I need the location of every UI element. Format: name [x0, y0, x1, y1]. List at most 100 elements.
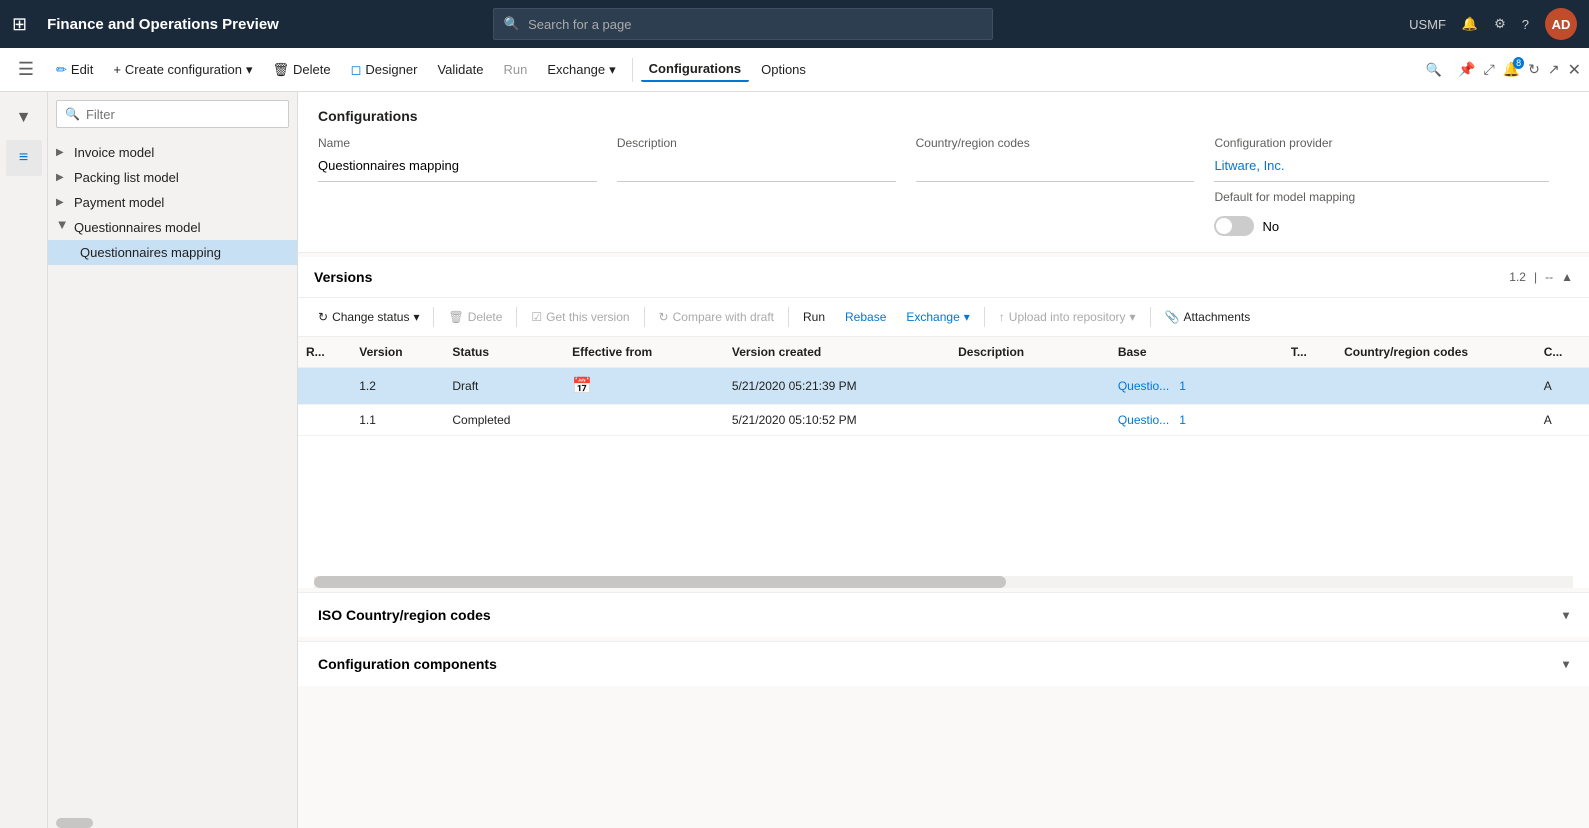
vtool-sep-6 [1150, 307, 1151, 327]
versions-header: Versions 1.2 | -- ▲ [298, 257, 1589, 298]
version-sep: | [1534, 270, 1537, 284]
config-description-value[interactable] [617, 154, 896, 182]
pin-icon[interactable]: 📌 [1458, 61, 1475, 78]
tree-item-questionnaires-model[interactable]: ▶ Questionnaires model [48, 215, 297, 240]
tree-item-payment-model[interactable]: ▶ Payment model [48, 190, 297, 215]
avatar[interactable]: AD [1545, 8, 1577, 40]
h-scroll-thumb [314, 576, 1006, 588]
components-section-header[interactable]: Configuration components ▾ [298, 642, 1589, 686]
versions-delete-button[interactable]: 🗑 Delete [440, 306, 510, 328]
config-country-value[interactable] [916, 154, 1195, 182]
config-provider-label: Configuration provider [1214, 136, 1549, 150]
tree-item-questionnaires-mapping[interactable]: Questionnaires mapping [48, 240, 297, 265]
create-configuration-button[interactable]: + Create configuration ▾ [105, 58, 260, 82]
table-row[interactable]: 1.1 Completed 5/21/2020 05:10:52 PM Ques… [298, 405, 1589, 436]
change-status-icon: ↻ [318, 310, 328, 324]
sidebar-filter-icon[interactable]: ▼ [6, 100, 42, 136]
upload-into-repository-button[interactable]: ↑ Upload into repository ▾ [991, 306, 1144, 328]
model-mapping-toggle[interactable] [1214, 216, 1254, 236]
grid-icon[interactable]: ⊞ [12, 14, 27, 35]
version-dash: -- [1545, 270, 1553, 284]
config-country-field: Country/region codes [916, 136, 1215, 236]
refresh-icon[interactable]: ↻ [1528, 61, 1540, 78]
config-provider-field: Configuration provider Litware, Inc. Def… [1214, 136, 1569, 236]
tree-scroll-thumb [56, 818, 93, 828]
expand-icon[interactable]: ⤢ [1483, 61, 1494, 78]
delete-icon: 🗑 [273, 62, 290, 78]
options-button[interactable]: Options [753, 58, 814, 81]
iso-section-header[interactable]: ISO Country/region codes ▾ [298, 593, 1589, 637]
edit-button[interactable]: ✏ Edit [48, 58, 101, 82]
search-action-icon: 🔍 [1426, 62, 1442, 78]
versions-header-row: R... Version Status Effective from Versi… [298, 337, 1589, 368]
tree-item-invoice-model[interactable]: ▶ Invoice model [48, 140, 297, 165]
row2-t [1283, 405, 1336, 436]
plus-icon: + [113, 62, 121, 77]
table-row[interactable]: 1.2 Draft 📅 5/21/2020 05:21:39 PM Questi… [298, 368, 1589, 405]
versions-empty-space [298, 436, 1589, 576]
config-name-value[interactable]: Questionnaires mapping [318, 154, 597, 182]
config-description-label: Description [617, 136, 896, 150]
search-bar[interactable]: 🔍 Search for a page [493, 8, 993, 40]
upload-chevron: ▾ [1130, 310, 1136, 324]
toggle-knob [1216, 218, 1232, 234]
components-section: Configuration components ▾ [298, 641, 1589, 686]
versions-table-scroll[interactable]: R... Version Status Effective from Versi… [298, 337, 1589, 436]
col-c: C... [1536, 337, 1589, 368]
config-provider-value[interactable]: Litware, Inc. [1214, 154, 1549, 182]
open-new-icon[interactable]: ↗ [1548, 61, 1560, 78]
close-icon[interactable]: ✕ [1568, 60, 1581, 80]
versions-run-button[interactable]: Run [795, 306, 833, 328]
versions-delete-icon: 🗑 [448, 310, 463, 324]
compare-with-draft-button[interactable]: ↻ Compare with draft [651, 306, 782, 328]
row1-r [298, 368, 351, 405]
horizontal-scrollbar[interactable] [314, 576, 1573, 588]
right-icons: USMF 🔔 ⚙ ? AD [1409, 8, 1577, 40]
run-button[interactable]: Run [495, 58, 535, 81]
tree-bottom-scroll[interactable] [48, 818, 297, 828]
tree-item-packing-model[interactable]: ▶ Packing list model [48, 165, 297, 190]
settings-icon[interactable]: ⚙ [1494, 16, 1506, 32]
tree-filter-input[interactable] [86, 107, 280, 122]
config-description-field: Description [617, 136, 916, 236]
versions-exchange-button[interactable]: Exchange ▾ [898, 306, 977, 328]
toggle-row: Default for model mapping [1214, 190, 1549, 208]
exchange-button[interactable]: Exchange ▾ [539, 58, 623, 82]
designer-button[interactable]: ◻ Designer [343, 58, 426, 82]
action-bar: ☰ ✏ Edit + Create configuration ▾ 🗑 Dele… [0, 48, 1589, 92]
col-r: R... [298, 337, 351, 368]
config-name-field: Name Questionnaires mapping [318, 136, 617, 236]
hamburger-icon[interactable]: ☰ [8, 52, 44, 88]
chevron-down-icon: ▾ [246, 62, 253, 78]
tree-label-payment-model: Payment model [74, 195, 164, 210]
row2-status: Completed [444, 405, 564, 436]
tree-arrow-invoice: ▶ [56, 147, 68, 158]
configurations-tab[interactable]: Configurations [641, 57, 749, 82]
sidebar-list-icon[interactable]: ≡ [6, 140, 42, 176]
notification-icon[interactable]: 🔔 [1462, 16, 1478, 32]
help-icon[interactable]: ? [1522, 17, 1529, 32]
separator [632, 58, 633, 82]
versions-table: R... Version Status Effective from Versi… [298, 337, 1589, 436]
versions-title: Versions [314, 269, 1509, 285]
validate-button[interactable]: Validate [429, 58, 491, 81]
vtool-sep-2 [516, 307, 517, 327]
delete-button[interactable]: 🗑 Delete [265, 58, 339, 82]
collapse-icon[interactable]: ▲ [1561, 270, 1573, 284]
top-nav: ⊞ Finance and Operations Preview 🔍 Searc… [0, 0, 1589, 48]
model-mapping-value: No [1262, 219, 1279, 234]
badge-icon[interactable]: 🔔8 [1503, 61, 1520, 78]
tree-label-questionnaires-mapping: Questionnaires mapping [80, 245, 221, 260]
get-this-version-button[interactable]: ☑ Get this version [523, 306, 637, 328]
row1-version-created: 5/21/2020 05:21:39 PM [724, 368, 950, 405]
edit-icon: ✏ [56, 62, 67, 78]
change-status-button[interactable]: ↻ Change status ▾ [310, 306, 427, 328]
row2-base: Questio... 1 [1110, 405, 1283, 436]
attachments-button[interactable]: 📎 Attachments [1157, 306, 1259, 328]
rebase-button[interactable]: Rebase [837, 306, 894, 328]
tree-arrow-payment: ▶ [56, 197, 68, 208]
tree-filter: 🔍 [56, 100, 289, 128]
col-version-created: Version created [724, 337, 950, 368]
row1-version: 1.2 [351, 368, 444, 405]
search-action-button[interactable]: 🔍 [1418, 58, 1450, 82]
